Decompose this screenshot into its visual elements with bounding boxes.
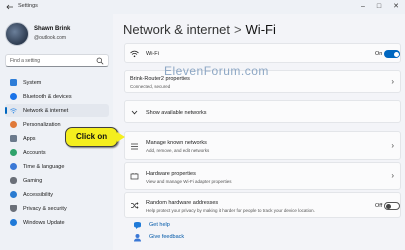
user-email: @outlook.com <box>34 35 67 41</box>
chevron-right-icon: › <box>391 77 394 86</box>
user-name: Shawn Brink <box>34 26 71 32</box>
network-properties-subtitle: Connected, secured <box>130 84 171 89</box>
sidebar-item-bluetooth[interactable]: Bluetooth & devices <box>5 90 109 103</box>
person-icon <box>10 149 17 156</box>
maximize-button[interactable]: □ <box>371 0 387 14</box>
brush-icon <box>10 121 17 128</box>
title-bar: Settings – □ ✕ <box>0 0 405 14</box>
hardware-properties-row[interactable]: Hardware properties View and manage Wi-F… <box>124 162 401 190</box>
wifi-label: Wi-Fi <box>146 51 159 57</box>
sidebar-item-label: System <box>23 79 42 86</box>
give-feedback-label[interactable]: Give feedback <box>149 234 184 240</box>
app-title: Settings <box>18 3 38 9</box>
chevron-down-icon <box>131 110 138 115</box>
toggle-knob <box>386 203 392 209</box>
sidebar-item-accounts[interactable]: Accounts <box>5 146 109 159</box>
random-hardware-toggle-state: Off <box>375 203 383 209</box>
sidebar-item-privacy[interactable]: Privacy & security <box>5 202 109 215</box>
wifi-toggle-row[interactable]: Wi-Fi On <box>124 43 401 63</box>
show-available-networks-label: Show available networks <box>146 110 207 116</box>
sidebar-item-label: Time & language <box>23 163 65 170</box>
manage-known-networks-row[interactable]: Manage known networks Add, remove, and e… <box>124 131 401 160</box>
gamepad-icon <box>10 177 17 184</box>
back-arrow-icon[interactable] <box>6 4 14 10</box>
apps-icon <box>10 135 17 142</box>
page-title: Wi-Fi <box>245 22 276 37</box>
shuffle-icon <box>131 202 139 209</box>
chevron-right-icon: › <box>391 141 394 150</box>
sidebar-item-system[interactable]: System <box>5 76 109 89</box>
random-hardware-addresses-title: Random hardware addresses <box>146 200 219 206</box>
get-help-label[interactable]: Get help <box>149 222 170 228</box>
random-hardware-addresses-row[interactable]: Random hardware addresses Help protect y… <box>124 192 401 218</box>
random-hardware-toggle[interactable] <box>384 202 400 210</box>
sidebar-item-gaming[interactable]: Gaming <box>5 174 109 187</box>
list-icon <box>131 143 138 150</box>
main-content: Network & internet > Wi-Fi Wi-Fi On Brink-… <box>113 14 405 250</box>
chevron-right-icon: › <box>391 171 394 180</box>
random-hardware-addresses-subtitle: Help protect your privacy by making it h… <box>146 208 315 213</box>
wifi-icon <box>130 50 139 58</box>
search-placeholder: Find a setting <box>10 58 41 64</box>
adapter-icon <box>130 173 139 180</box>
bluetooth-icon <box>10 93 17 100</box>
wifi-toggle[interactable] <box>384 50 400 58</box>
minimize-button[interactable]: – <box>355 0 371 14</box>
click-on-callout: Click on <box>65 127 118 147</box>
manage-known-networks-subtitle: Add, remove, and edit networks <box>146 148 210 153</box>
feedback-icon <box>134 234 141 242</box>
sidebar-item-windows-update[interactable]: Windows Update <box>5 216 109 229</box>
shield-icon <box>10 205 17 212</box>
hardware-properties-subtitle: View and manage Wi-Fi adapter properties <box>146 179 232 184</box>
update-icon <box>10 219 17 226</box>
sidebar-item-label: Personalization <box>23 121 61 128</box>
sidebar-item-accessibility[interactable]: Accessibility <box>5 188 109 201</box>
sidebar-item-label: Network & internet <box>23 107 69 114</box>
breadcrumb: Network & internet > Wi-Fi <box>123 22 276 37</box>
sidebar-item-label: Windows Update <box>23 219 65 226</box>
avatar[interactable] <box>5 22 29 46</box>
toggle-knob <box>393 51 399 57</box>
callout-arrow <box>117 132 125 142</box>
sidebar-item-time-language[interactable]: Time & language <box>5 160 109 173</box>
sidebar-item-label: Gaming <box>23 177 43 184</box>
callout-text: Click on <box>76 132 108 141</box>
breadcrumb-separator: > <box>233 22 242 37</box>
watermark: ElevenForum.com <box>164 64 269 78</box>
sidebar-item-label: Accessibility <box>23 191 53 198</box>
accessibility-icon <box>10 191 17 198</box>
wifi-icon <box>10 108 17 114</box>
search-input[interactable]: Find a setting <box>5 54 109 67</box>
clock-globe-icon <box>10 163 17 170</box>
search-icon <box>96 57 104 65</box>
sidebar-item-label: Bluetooth & devices <box>23 93 72 100</box>
wifi-toggle-state: On <box>375 51 383 57</box>
manage-known-networks-title: Manage known networks <box>146 140 207 146</box>
show-available-networks-row[interactable]: Show available networks <box>124 100 401 123</box>
help-icon <box>134 222 141 229</box>
sidebar-item-label: Apps <box>23 135 36 142</box>
sidebar-item-network[interactable]: Network & internet <box>5 104 109 117</box>
breadcrumb-parent[interactable]: Network & internet <box>123 22 230 37</box>
hardware-properties-title: Hardware properties <box>146 171 196 177</box>
sidebar-item-label: Privacy & security <box>23 205 67 212</box>
monitor-icon <box>10 79 17 86</box>
sidebar-item-label: Accounts <box>23 149 46 156</box>
close-button[interactable]: ✕ <box>388 0 404 14</box>
